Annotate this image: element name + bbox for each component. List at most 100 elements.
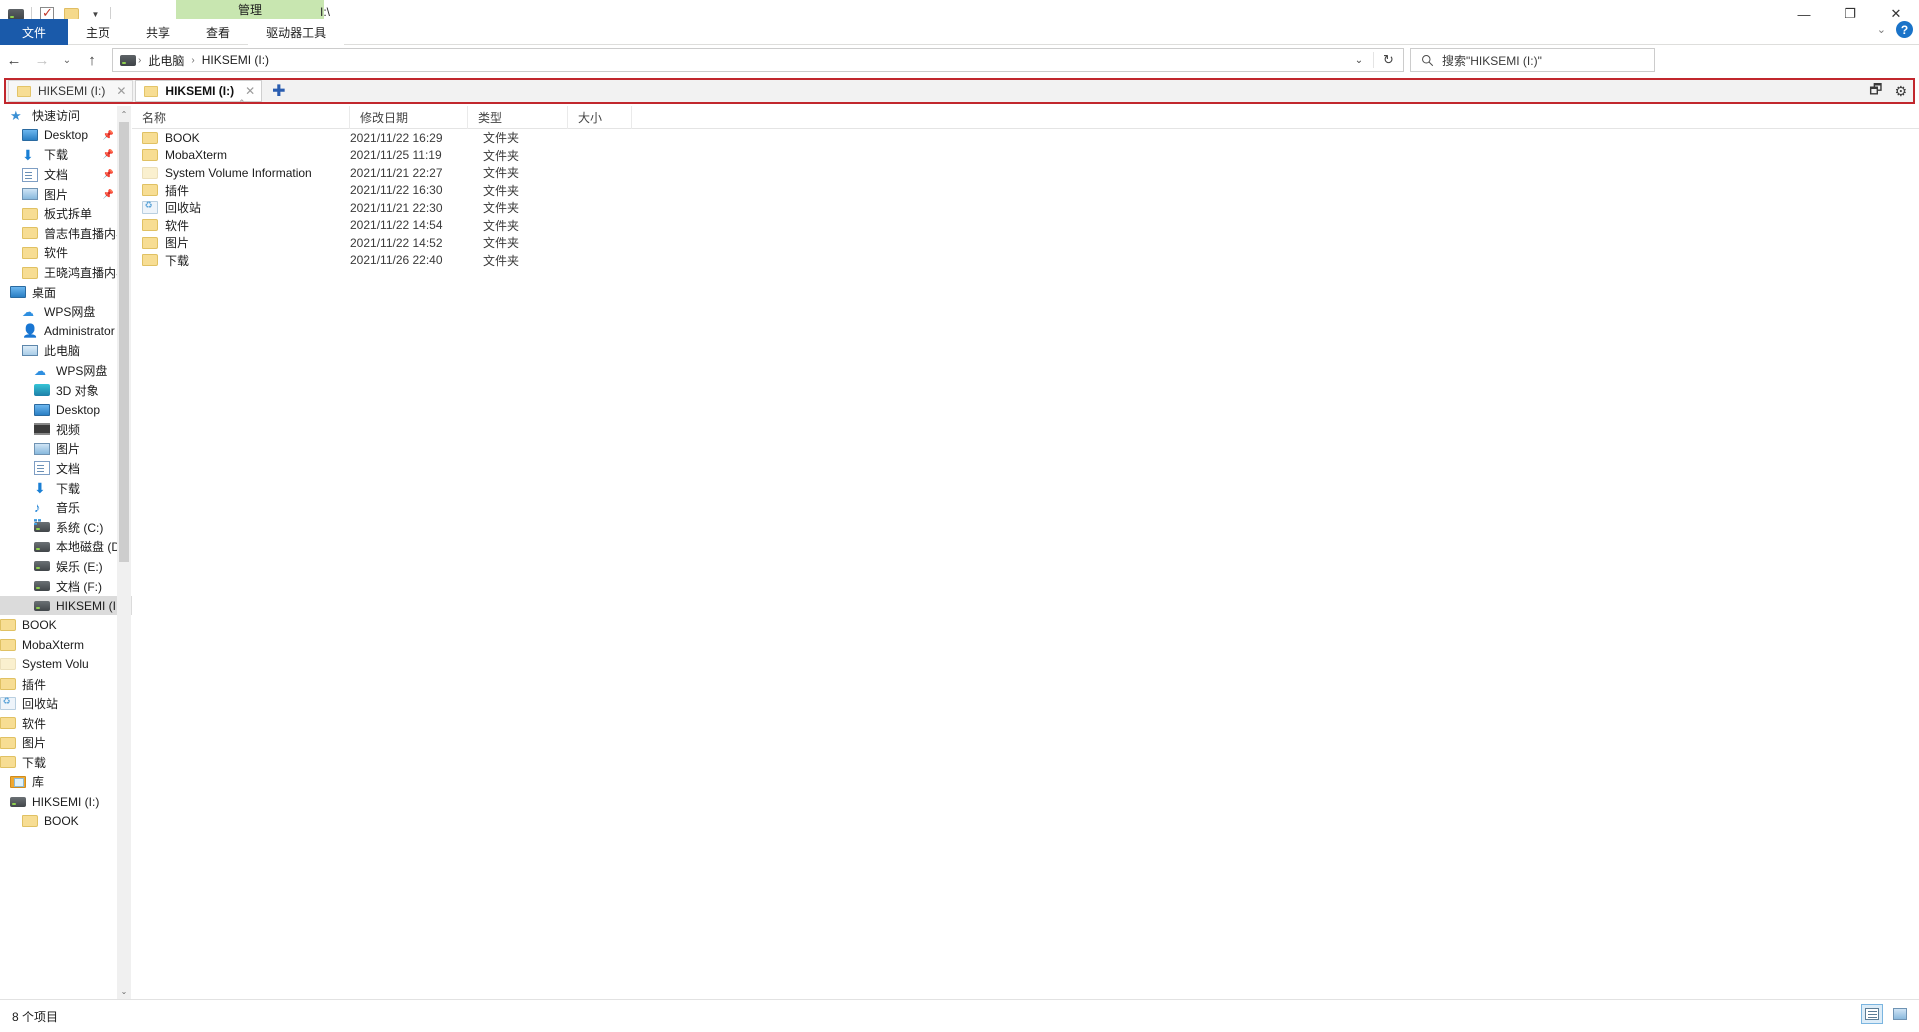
sidebar-item[interactable]: 回收站 bbox=[0, 694, 132, 714]
explorer-tab-1[interactable]: HIKSEMI (I:) ✕ bbox=[8, 80, 134, 102]
large-icons-view-button[interactable] bbox=[1889, 1004, 1911, 1024]
tab-home[interactable]: 主页 bbox=[68, 19, 128, 45]
tab-view[interactable]: 查看 bbox=[188, 19, 248, 45]
breadcrumb-item-this-pc[interactable]: 此电脑 bbox=[141, 52, 191, 69]
sidebar-item[interactable]: ♪ 音乐 bbox=[0, 498, 132, 518]
sidebar-item[interactable]: ☁ WPS网盘 bbox=[0, 302, 132, 322]
table-row[interactable]: 插件 2021/11/22 16:30 文件夹 bbox=[132, 182, 1919, 200]
sidebar-item[interactable]: 图片 📌 bbox=[0, 184, 132, 204]
sidebar-item[interactable]: 软件 bbox=[0, 243, 132, 263]
sidebar-item[interactable]: 本地磁盘 (D:) bbox=[0, 537, 132, 557]
sidebar-item[interactable]: 👤 Administrator bbox=[0, 322, 132, 342]
breadcrumb[interactable]: › 此电脑 › HIKSEMI (I:) ⌄ ↻ bbox=[112, 48, 1404, 72]
gear-icon[interactable]: ⚙ bbox=[1894, 83, 1907, 100]
sidebar-item[interactable]: 软件 bbox=[0, 713, 132, 733]
details-view-button[interactable] bbox=[1861, 1004, 1883, 1024]
pin-icon[interactable]: 📌 bbox=[103, 149, 114, 160]
file-name-label: 图片 bbox=[165, 236, 190, 251]
back-button[interactable]: ← bbox=[0, 47, 28, 73]
chevron-down-icon[interactable]: ⌄ bbox=[1877, 23, 1886, 36]
sidebar-item[interactable]: 图片 bbox=[0, 439, 132, 459]
table-row[interactable]: 图片 2021/11/22 14:52 文件夹 bbox=[132, 234, 1919, 252]
folder-icon bbox=[22, 815, 38, 828]
sidebar-item-label: 图片 bbox=[56, 442, 81, 457]
sidebar-item[interactable]: BOOK bbox=[0, 811, 132, 831]
table-row[interactable]: BOOK 2021/11/22 16:29 文件夹 bbox=[132, 129, 1919, 147]
sidebar-item[interactable]: HIKSEMI (I:) bbox=[0, 792, 132, 812]
pin-icon[interactable]: 📌 bbox=[103, 130, 114, 141]
column-header-type[interactable]: 类型 bbox=[468, 105, 568, 129]
tab-folder-icon bbox=[144, 85, 159, 97]
table-row[interactable]: 回收站 2021/11/21 22:30 文件夹 bbox=[132, 199, 1919, 217]
sidebar-item[interactable]: 文档 bbox=[0, 459, 132, 479]
sidebar-item[interactable]: ☁ WPS网盘 bbox=[0, 361, 132, 381]
sidebar-item[interactable]: 此电脑 bbox=[0, 341, 132, 361]
sidebar-item[interactable]: ★ 快速访问 bbox=[0, 106, 132, 126]
sidebar-item-label: BOOK bbox=[22, 618, 57, 633]
sidebar-item-label: MobaXterm bbox=[22, 637, 85, 652]
scroll-up-arrow-icon[interactable]: ⌃ bbox=[117, 106, 131, 122]
navigation-pane-scrollbar[interactable]: ⌃ ⌄ bbox=[117, 106, 131, 999]
help-icon[interactable]: ? bbox=[1896, 21, 1913, 38]
sidebar-item[interactable]: 视频 bbox=[0, 420, 132, 440]
sidebar-item[interactable]: 曾志伟直播内容 bbox=[0, 224, 132, 244]
sidebar-item[interactable]: 插件 bbox=[0, 674, 132, 694]
address-history-chevron-icon[interactable]: ⌄ bbox=[1345, 55, 1373, 66]
file-type-cell: 文件夹 bbox=[483, 131, 520, 146]
scrollbar-thumb[interactable] bbox=[119, 122, 129, 562]
sidebar-item-label: 板式拆单 bbox=[44, 207, 93, 222]
new-window-icon[interactable]: 🗗 bbox=[1869, 79, 1882, 103]
pin-icon[interactable]: 📌 bbox=[103, 189, 114, 200]
sidebar-item[interactable]: 桌面 bbox=[0, 282, 132, 302]
sidebar-item-label: HIKSEMI (I:) bbox=[56, 598, 124, 613]
tab-file[interactable]: 文件 bbox=[0, 19, 69, 45]
sidebar-item[interactable]: 库 bbox=[0, 772, 132, 792]
sidebar-item-label: 娱乐 (E:) bbox=[56, 559, 103, 574]
forward-button[interactable]: → bbox=[28, 47, 56, 73]
close-icon[interactable]: ✕ bbox=[245, 84, 255, 98]
table-row[interactable]: System Volume Information 2021/11/21 22:2… bbox=[132, 164, 1919, 182]
refresh-icon[interactable]: ↻ bbox=[1373, 52, 1403, 68]
sidebar-item[interactable]: HIKSEMI (I:) bbox=[0, 595, 132, 616]
pin-icon[interactable]: 📌 bbox=[103, 169, 114, 180]
table-row[interactable]: 下载 2021/11/26 22:40 文件夹 bbox=[132, 252, 1919, 270]
sidebar-item[interactable]: 娱乐 (E:) bbox=[0, 557, 132, 577]
pc-icon bbox=[22, 345, 38, 357]
file-list-pane: 名称 ⌃ 修改日期 类型 大小 BOOK 2021/11/22 16:29 文件夹 M… bbox=[132, 98, 1919, 999]
sidebar-item[interactable]: ⬇ 下载 📌 bbox=[0, 145, 132, 165]
tab-share[interactable]: 共享 bbox=[128, 19, 188, 45]
sidebar-item-label: 音乐 bbox=[56, 501, 81, 516]
sidebar-item[interactable]: BOOK bbox=[0, 615, 132, 635]
sidebar-item-label: 曾志伟直播内容 bbox=[44, 226, 129, 241]
table-row[interactable]: 软件 2021/11/22 14:54 文件夹 bbox=[132, 217, 1919, 235]
scroll-down-arrow-icon[interactable]: ⌄ bbox=[117, 983, 131, 999]
table-row[interactable]: MobaXterm 2021/11/25 11:19 文件夹 bbox=[132, 147, 1919, 165]
search-input[interactable]: 搜索"HIKSEMI (I:)" bbox=[1410, 48, 1655, 72]
sidebar-item[interactable]: System Volu bbox=[0, 655, 132, 675]
window-title: I:\ bbox=[320, 5, 331, 19]
breadcrumb-item-hiksemi[interactable]: HIKSEMI (I:) bbox=[195, 53, 276, 67]
sidebar-item[interactable]: 图片 bbox=[0, 733, 132, 753]
sidebar-item[interactable]: 王晓鸿直播内容 bbox=[0, 263, 132, 283]
sidebar-item[interactable]: Desktop 📌 bbox=[0, 126, 132, 146]
sidebar-item[interactable]: 文档 📌 bbox=[0, 165, 132, 185]
recent-locations-chevron-icon[interactable]: ⌄ bbox=[56, 47, 78, 73]
sidebar-item[interactable]: 3D 对象 bbox=[0, 380, 132, 400]
column-header-name[interactable]: 名称 ⌃ bbox=[132, 98, 350, 129]
up-button[interactable]: ↑ bbox=[78, 47, 106, 73]
ribbon-right-controls: ⌄ ? bbox=[1877, 21, 1913, 38]
sidebar-item[interactable]: 下载 bbox=[0, 753, 132, 773]
sidebar-item[interactable]: MobaXterm bbox=[0, 635, 132, 655]
new-tab-button[interactable]: ✚ bbox=[272, 81, 285, 101]
column-header-filler bbox=[632, 106, 1919, 129]
sidebar-item[interactable]: 文档 (F:) bbox=[0, 576, 132, 596]
sidebar-item[interactable]: Desktop bbox=[0, 400, 132, 420]
sidebar-item[interactable]: ⬇ 下载 bbox=[0, 478, 132, 498]
sidebar-item[interactable]: 板式拆单 bbox=[0, 204, 132, 224]
download-icon: ⬇ bbox=[34, 480, 46, 497]
column-header-size[interactable]: 大小 bbox=[568, 105, 632, 129]
column-header-date[interactable]: 修改日期 bbox=[350, 105, 468, 129]
tab-drive-tools[interactable]: 驱动器工具 bbox=[248, 19, 345, 45]
sidebar-item[interactable]: 系统 (C:) bbox=[0, 517, 132, 537]
close-icon[interactable]: ✕ bbox=[116, 84, 126, 98]
